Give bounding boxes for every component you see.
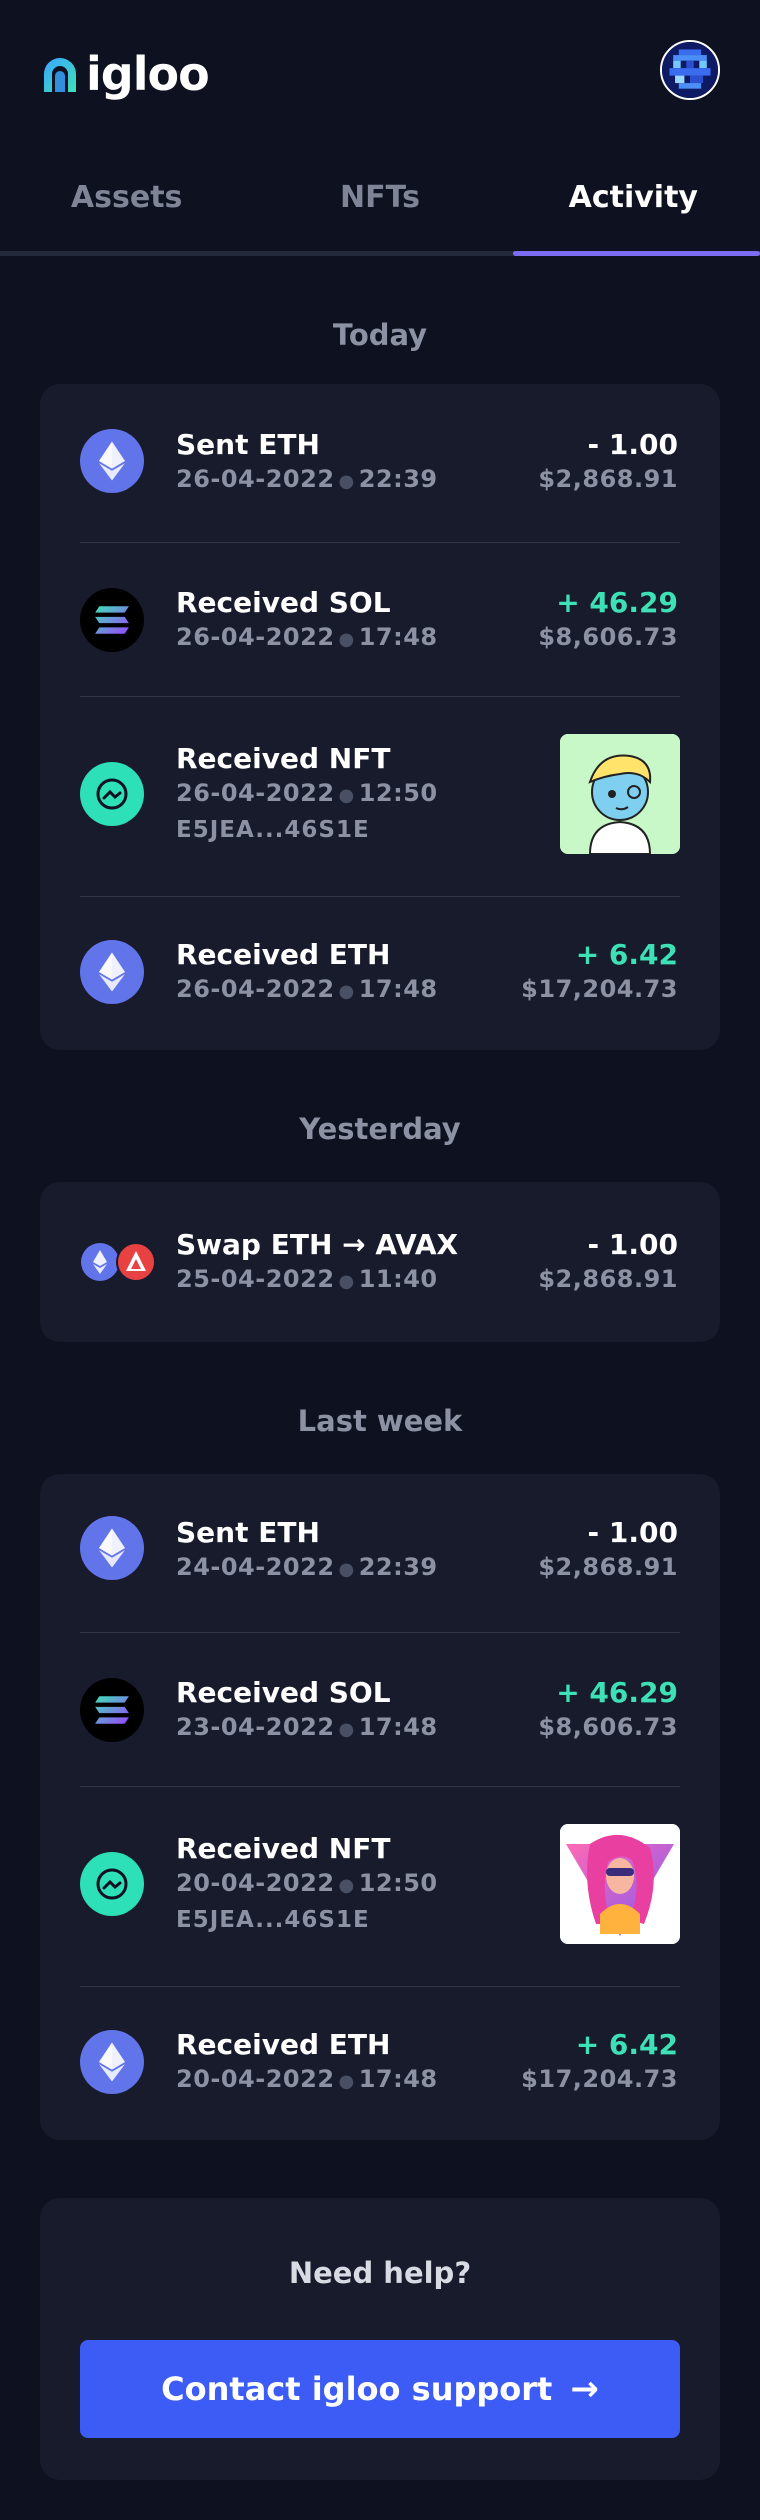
activity-row[interactable]: Received SOL 26-04-2022 ● 17:48 + 46.29 $8… [40, 542, 720, 696]
activity-fiat: $8,606.73 [538, 1713, 678, 1741]
activity-amount: - 1.00 [587, 1228, 678, 1261]
section-title-last-week: Last week [297, 1404, 463, 1438]
nft-icon [80, 1852, 144, 1916]
nft-icon [80, 762, 144, 826]
activity-address: E5JEA...46S1E [176, 1907, 370, 1933]
contact-support-button[interactable]: Contact igloo support → [80, 2340, 680, 2438]
activity-amount: - 1.00 [587, 1516, 678, 1549]
activity-title: Received NFT [176, 1832, 391, 1865]
eth-icon [80, 1516, 144, 1580]
nft-thumbnail-portrait[interactable] [560, 1824, 680, 1944]
activity-date: 20-04-2022 ● 17:48 [176, 2065, 438, 2093]
activity-row[interactable]: Sent ETH 26-04-2022 ● 22:39 - 1.00 $2,868.… [40, 384, 720, 542]
activity-row[interactable]: Sent ETH 24-04-2022 ● 22:39 - 1.00 $2,868.… [40, 1474, 720, 1632]
nft-thumbnail-character[interactable] [560, 734, 680, 854]
activity-date: 26-04-2022 ● 12:50 [176, 779, 438, 807]
activity-row[interactable]: Received NFT 26-04-2022 ● 12:50 E5JEA...46… [40, 696, 720, 896]
pixel-avatar-icon [662, 42, 718, 98]
activity-card-yesterday: Swap ETH → AVAX 25-04-2022 ● 11:40 - 1.00 … [40, 1182, 720, 1342]
tab-assets[interactable]: Assets [0, 160, 253, 251]
activity-title: Sent ETH [176, 1516, 320, 1549]
activity-fiat: $17,204.73 [521, 975, 678, 1003]
activity-fiat: $17,204.73 [521, 2065, 678, 2093]
activity-card-today: Sent ETH 26-04-2022 ● 22:39 - 1.00 $2,868.… [40, 384, 720, 1050]
activity-amount: + 46.29 [556, 586, 678, 619]
app-logo[interactable]: igloo [40, 47, 210, 101]
activity-title: Received NFT [176, 742, 391, 775]
activity-title: Received ETH [176, 2028, 391, 2061]
activity-date: 23-04-2022 ● 17:48 [176, 1713, 438, 1741]
activity-row[interactable]: Received ETH 26-04-2022 ● 17:48 + 6.42 $17… [40, 896, 720, 1050]
app-name: igloo [86, 47, 210, 101]
activity-fiat: $8,606.73 [538, 623, 678, 651]
avatar[interactable] [660, 40, 720, 100]
activity-date: 26-04-2022 ● 17:48 [176, 623, 438, 651]
activity-fiat: $2,868.91 [538, 1265, 678, 1293]
activity-date: 26-04-2022 ● 22:39 [176, 465, 438, 493]
activity-amount: + 6.42 [575, 938, 678, 971]
activity-card-last-week: Sent ETH 24-04-2022 ● 22:39 - 1.00 $2,868.… [40, 1474, 720, 2140]
activity-title: Received ETH [176, 938, 391, 971]
sol-icon [80, 1678, 144, 1742]
tab-bar: Assets NFTs Activity [0, 160, 760, 256]
help-card: Need help? Contact igloo support → [40, 2198, 720, 2480]
activity-title: Received SOL [176, 1676, 391, 1709]
eth-icon [80, 429, 144, 493]
igloo-logo-icon [44, 58, 76, 92]
activity-amount: + 46.29 [556, 1676, 678, 1709]
arrow-right-icon: → [570, 2369, 599, 2409]
tab-activity[interactable]: Activity [507, 160, 760, 256]
section-title-today: Today [332, 318, 428, 352]
activity-address: E5JEA...46S1E [176, 817, 370, 843]
activity-fiat: $2,868.91 [538, 465, 678, 493]
tab-nfts[interactable]: NFTs [253, 160, 506, 251]
activity-row[interactable]: Received NFT 20-04-2022 ● 12:50 E5JEA...46… [40, 1786, 720, 1986]
activity-title: Swap ETH → AVAX [176, 1228, 459, 1261]
sol-icon [80, 588, 144, 652]
activity-row[interactable]: Swap ETH → AVAX 25-04-2022 ● 11:40 - 1.00 … [40, 1182, 720, 1342]
activity-row[interactable]: Received SOL 23-04-2022 ● 17:48 + 46.29 $8… [40, 1632, 720, 1786]
section-title-yesterday: Yesterday [299, 1112, 461, 1146]
header: igloo [0, 0, 760, 140]
eth-icon [80, 2030, 144, 2094]
activity-amount: + 6.42 [575, 2028, 678, 2061]
activity-title: Sent ETH [176, 428, 320, 461]
swap-eth-avax-icon [80, 1242, 160, 1282]
activity-fiat: $2,868.91 [538, 1553, 678, 1581]
activity-date: 20-04-2022 ● 12:50 [176, 1869, 438, 1897]
activity-date: 24-04-2022 ● 22:39 [176, 1553, 438, 1581]
activity-row[interactable]: Received ETH 20-04-2022 ● 17:48 + 6.42 $17… [40, 1986, 720, 2140]
activity-date: 26-04-2022 ● 17:48 [176, 975, 438, 1003]
help-title: Need help? [288, 2256, 472, 2290]
activity-title: Received SOL [176, 586, 391, 619]
contact-support-label: Contact igloo support [161, 2370, 553, 2408]
eth-icon [80, 940, 144, 1004]
activity-date: 25-04-2022 ● 11:40 [176, 1265, 438, 1293]
activity-amount: - 1.00 [587, 428, 678, 461]
